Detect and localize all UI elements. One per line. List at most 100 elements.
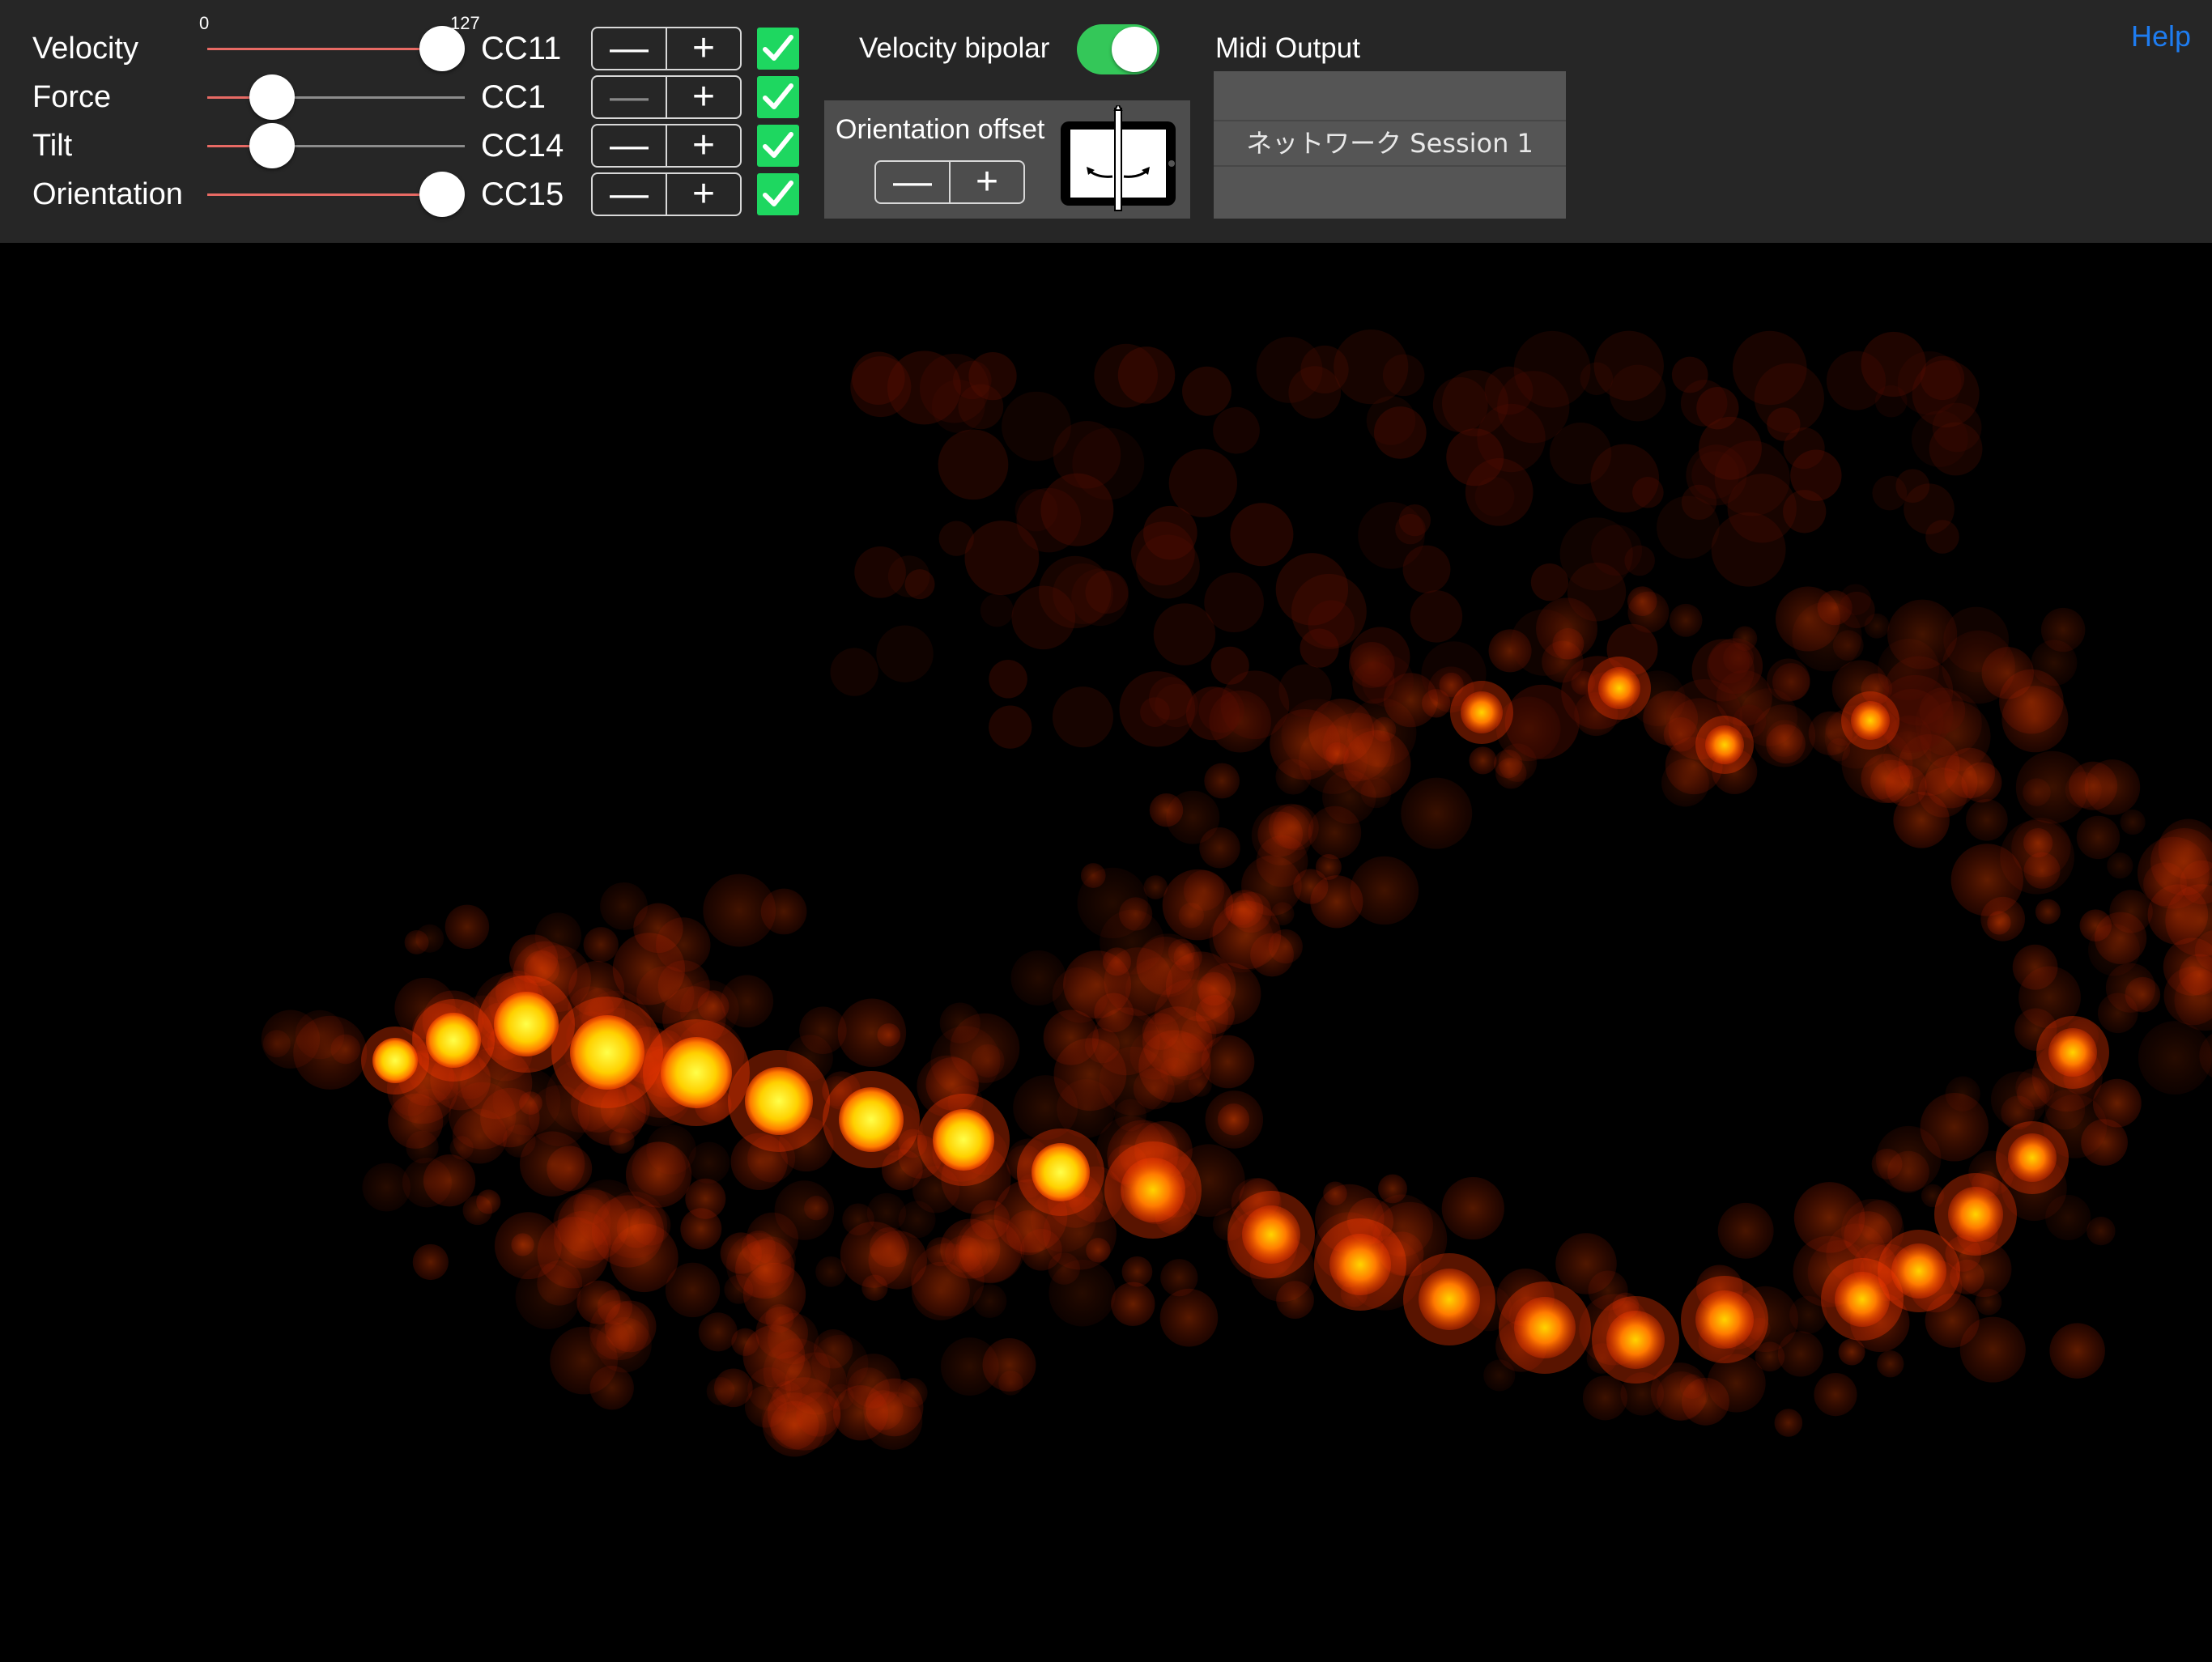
bokeh-dot [1360,777,1392,809]
bokeh-dot [1217,1103,1250,1136]
cc-decrement-button[interactable]: — [593,77,666,117]
bokeh-dot [1288,366,1342,419]
bokeh-dot [1130,521,1195,586]
bokeh-dot [1121,1158,1185,1222]
checkmark-icon [763,181,793,206]
bokeh-dot [1948,1187,2003,1242]
bokeh-dot [698,1312,738,1352]
picker-divider [1214,120,1566,121]
bokeh-dot [1885,765,1927,807]
row-label-orientation: Orientation [32,177,183,211]
bokeh-dot [1213,406,1260,454]
tilt-cc-stepper[interactable]: — + [591,124,742,168]
bokeh-dot [1373,406,1427,459]
bokeh-dot [837,998,907,1067]
midi-output-selected-item[interactable]: ネットワーク Session 1 [1214,126,1566,160]
force-cc-stepper[interactable]: — + [591,75,742,119]
cc-decrement-button[interactable]: — [593,28,666,69]
bokeh-dot [1514,1297,1576,1358]
bokeh-dot [1111,1282,1155,1326]
bokeh-dot [452,1108,508,1164]
orientation-offset-stepper[interactable]: — + [874,160,1025,204]
cc-increment-button[interactable]: + [666,174,740,215]
bokeh-dot [1446,428,1504,487]
bokeh-dot [1793,1182,1865,1253]
bokeh-dot [494,992,559,1056]
bokeh-dot [989,705,1032,749]
bokeh-dot [372,1038,418,1083]
bokeh-dot [1361,655,1414,708]
velocity-slider[interactable] [207,24,465,73]
orientation-enable-checkbox[interactable] [757,173,799,215]
bokeh-dot [2107,852,2133,879]
bokeh-dot [1832,630,1864,661]
checkmark-icon [763,132,793,158]
cc-increment-button[interactable]: + [666,77,740,117]
velocity-enable-checkbox[interactable] [757,28,799,70]
bokeh-dot [1510,609,1578,676]
bokeh-dot [1814,1372,1857,1417]
bokeh-dot [589,1365,634,1410]
bokeh-dot [1657,495,1720,559]
bokeh-dot [982,1338,1036,1392]
bokeh-dot [1323,1181,1347,1205]
slider-knob[interactable] [419,26,465,71]
orientation-offset-increment-button[interactable]: + [949,162,1023,202]
force-slider[interactable] [207,73,465,121]
orientation-offset-label: Orientation offset [836,114,1045,145]
bokeh-dot [725,1232,792,1298]
bokeh-dot [703,874,776,947]
bokeh-dot [1143,875,1168,899]
bokeh-dot [1350,856,1419,925]
bokeh-dot [1183,869,1225,912]
bokeh-dot [1606,1311,1665,1369]
bokeh-dot [1185,686,1240,741]
bokeh-dot [706,1377,735,1405]
bokeh-dot [687,1141,730,1184]
midi-output-picker[interactable]: ネットワーク Session 1 [1214,71,1566,219]
bokeh-dot [2015,750,2089,824]
bokeh-dot [1371,716,1397,742]
help-link[interactable]: Help [2131,19,2191,53]
checkmark-icon [763,83,793,109]
bokeh-dot [1401,777,1473,849]
row-label-force: Force [32,80,112,114]
slider-knob[interactable] [249,74,295,120]
bokeh-dot [1275,553,1349,626]
bokeh-dot [1378,1174,1407,1204]
bokeh-dot [1627,586,1657,616]
cc-increment-button[interactable]: + [666,125,740,166]
bokeh-dot [1891,1243,1946,1299]
bokeh-dot [1410,590,1463,643]
bokeh-dot [1493,749,1523,779]
bokeh-dot [811,1334,869,1392]
orientation-offset-decrement-button[interactable]: — [876,162,949,202]
force-enable-checkbox[interactable] [757,76,799,118]
velocity-cc-stepper[interactable]: — + [591,27,742,70]
bokeh-dot [1966,798,2008,841]
bokeh-dot [1278,664,1332,718]
slider-knob[interactable] [419,172,465,217]
tilt-enable-checkbox[interactable] [757,125,799,167]
cc-label-velocity: CC11 [481,31,562,66]
bokeh-dot [1276,1281,1314,1320]
bokeh-dot [1549,423,1612,485]
cc-decrement-button[interactable]: — [593,125,666,166]
ipad-pencil-icon [1061,105,1176,211]
bokeh-dot [1242,1205,1300,1264]
cc-decrement-button[interactable]: — [593,174,666,215]
bokeh-dot [839,1087,904,1152]
slider-knob[interactable] [249,123,295,168]
bokeh-dot [1484,366,1534,415]
drawing-canvas[interactable] [0,243,2212,1658]
orientation-cc-stepper[interactable]: — + [591,172,742,216]
bokeh-dot [583,927,619,963]
bokeh-dot [2048,1028,2097,1077]
tilt-slider[interactable] [207,121,465,170]
bokeh-dot [2097,993,2138,1034]
orientation-slider[interactable] [207,170,465,219]
velocity-bipolar-toggle[interactable] [1077,24,1159,74]
bokeh-dot [1461,691,1503,733]
bokeh-dot [964,521,1040,595]
cc-increment-button[interactable]: + [666,28,740,69]
